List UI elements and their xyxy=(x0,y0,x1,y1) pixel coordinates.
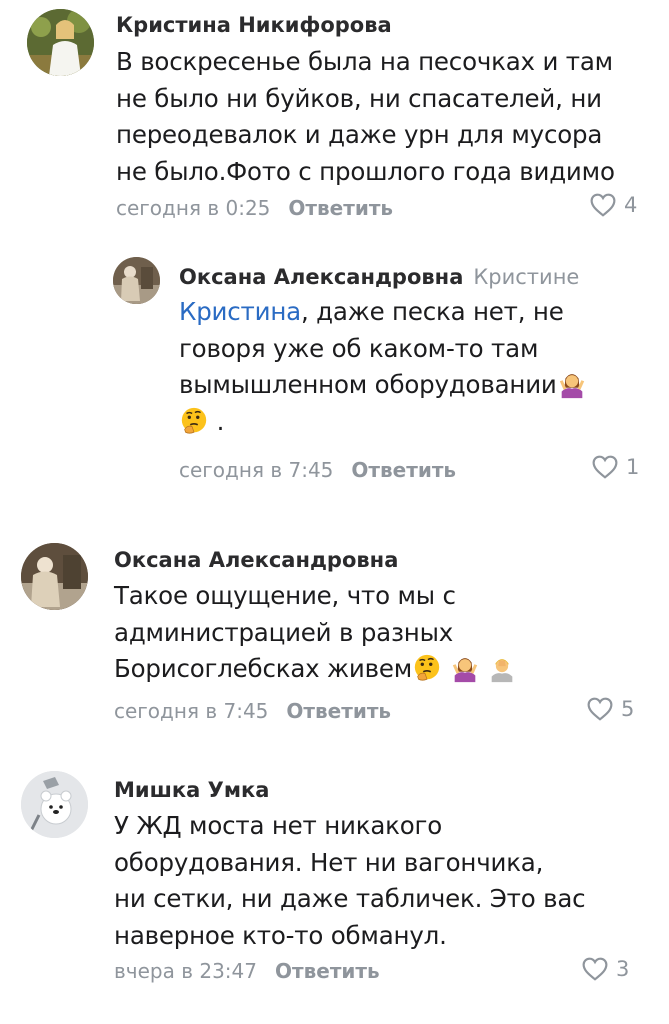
reply-button[interactable]: Ответить xyxy=(351,458,456,482)
heart-icon xyxy=(587,697,613,721)
reply-button[interactable]: Ответить xyxy=(288,196,393,220)
avatar[interactable] xyxy=(21,543,88,610)
reply-button[interactable]: Ответить xyxy=(286,699,391,723)
mention-link[interactable]: Кристина xyxy=(179,297,301,326)
person-facepalming-emoji xyxy=(487,653,517,683)
author-name[interactable]: Мишка Умка xyxy=(114,778,269,802)
like-count: 3 xyxy=(616,957,630,981)
comment-text: Кристина, даже песка нет, не говоря уже … xyxy=(179,294,649,440)
like-count: 1 xyxy=(626,455,640,479)
comment-text: В воскресенье была на песочках и там не … xyxy=(116,47,615,186)
heart-icon xyxy=(592,455,618,479)
heart-icon xyxy=(582,957,608,981)
like-count: 4 xyxy=(624,193,638,217)
like-button[interactable]: 4 xyxy=(590,193,637,217)
comment-text: У ЖД моста нет никакого оборудования. Не… xyxy=(114,811,586,950)
like-button[interactable]: 3 xyxy=(582,957,629,981)
avatar[interactable] xyxy=(27,9,94,76)
comment-timestamp: сегодня в 7:45 xyxy=(179,458,334,482)
comment-timestamp: сегодня в 0:25 xyxy=(116,196,271,220)
like-count: 5 xyxy=(621,697,635,721)
like-button[interactable]: 5 xyxy=(587,697,634,721)
comment-text: Такое ощущение, что мы с администрацией … xyxy=(114,578,644,688)
person-shrugging-emoji xyxy=(557,369,587,399)
like-button[interactable]: 1 xyxy=(592,455,639,479)
comment-timestamp: вчера в 23:47 xyxy=(114,959,257,983)
reply-button[interactable]: Ответить xyxy=(275,959,380,983)
author-name[interactable]: Кристина Никифорова xyxy=(116,13,392,37)
reply-to-label[interactable]: Кристине xyxy=(473,265,579,289)
avatar[interactable] xyxy=(21,771,88,838)
thinking-face-emoji xyxy=(179,406,209,436)
author-name[interactable]: Оксана Александровна xyxy=(114,548,398,572)
heart-icon xyxy=(590,193,616,217)
thinking-face-emoji xyxy=(412,653,442,683)
comment-timestamp: сегодня в 7:45 xyxy=(114,699,269,723)
author-name[interactable]: Оксана Александровна xyxy=(179,265,463,289)
avatar[interactable] xyxy=(113,257,160,304)
person-shrugging-emoji xyxy=(450,653,480,683)
